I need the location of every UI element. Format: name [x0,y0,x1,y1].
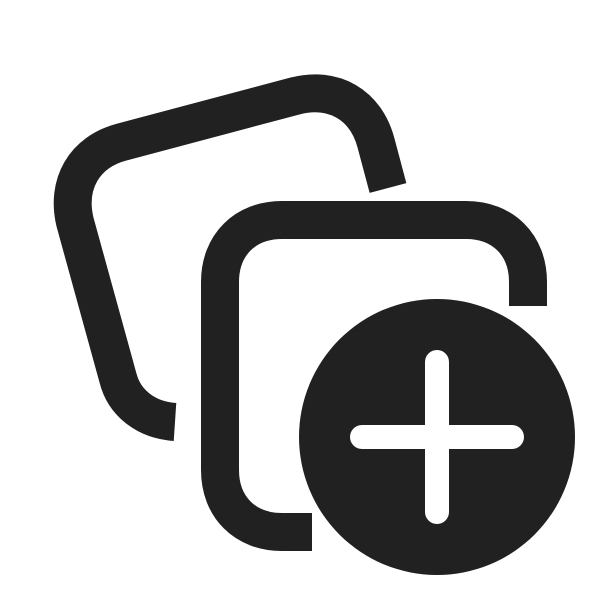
collection-add-icon [53,74,575,575]
icon-canvas [0,0,600,600]
